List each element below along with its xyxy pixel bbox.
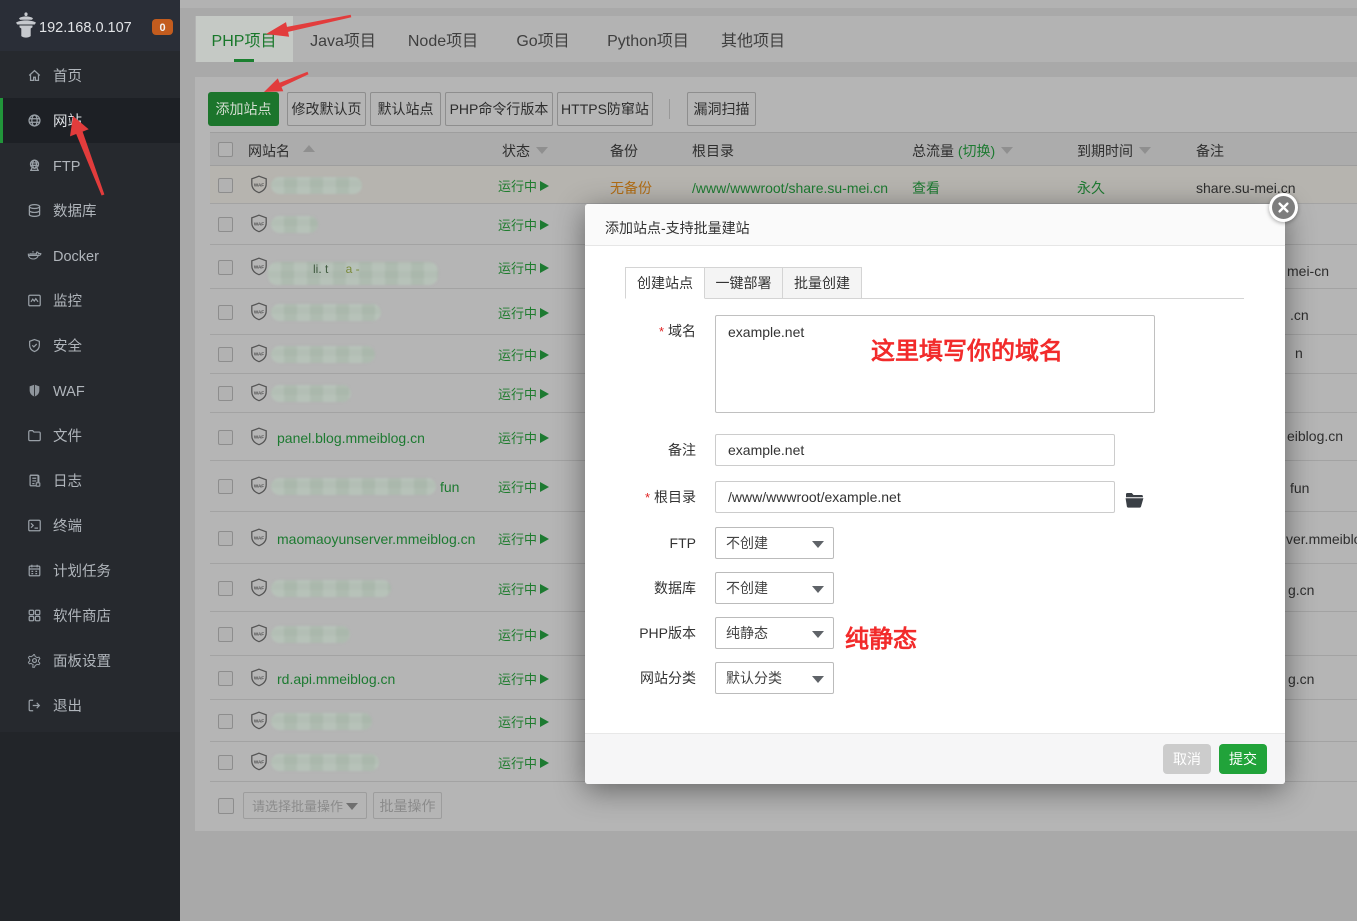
svg-text:WAF: WAF	[254, 309, 264, 314]
svg-text:WAF: WAF	[254, 221, 264, 226]
svg-text:WAF: WAF	[254, 483, 264, 488]
svg-text:WAF: WAF	[254, 631, 264, 636]
svg-text:WAF: WAF	[254, 759, 264, 764]
svg-text:WAF: WAF	[254, 675, 264, 680]
svg-text:WAF: WAF	[254, 390, 264, 395]
svg-text:WAF: WAF	[254, 434, 264, 439]
svg-text:WAF: WAF	[254, 182, 264, 187]
svg-text:WAF: WAF	[254, 535, 264, 540]
svg-text:WAF: WAF	[254, 718, 264, 723]
svg-text:WAF: WAF	[254, 351, 264, 356]
svg-text:WAF: WAF	[254, 264, 264, 269]
svg-text:WAF: WAF	[254, 585, 264, 590]
